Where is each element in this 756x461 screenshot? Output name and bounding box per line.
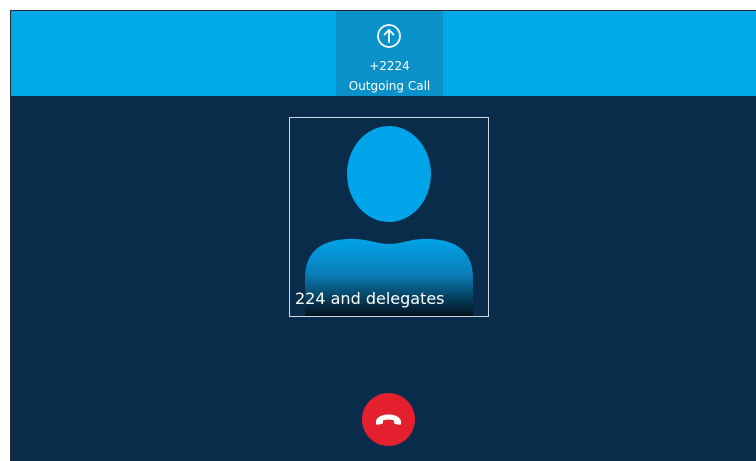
- person-silhouette-icon: [305, 126, 473, 316]
- outgoing-call-tab[interactable]: +2224 Outgoing Call: [336, 11, 443, 96]
- top-bar: +2224 Outgoing Call: [11, 11, 756, 96]
- arrow-up-circle-icon: [377, 24, 401, 48]
- call-number: +2224: [369, 59, 410, 73]
- contact-card[interactable]: 224 and delegates: [289, 117, 489, 317]
- contact-name: 224 and delegates: [295, 289, 445, 308]
- end-call-button[interactable]: [362, 393, 415, 446]
- call-status: Outgoing Call: [348, 79, 431, 93]
- call-screen: +2224 Outgoing Call 224 and delegates: [10, 10, 756, 461]
- phone-hangup-icon: [376, 414, 401, 425]
